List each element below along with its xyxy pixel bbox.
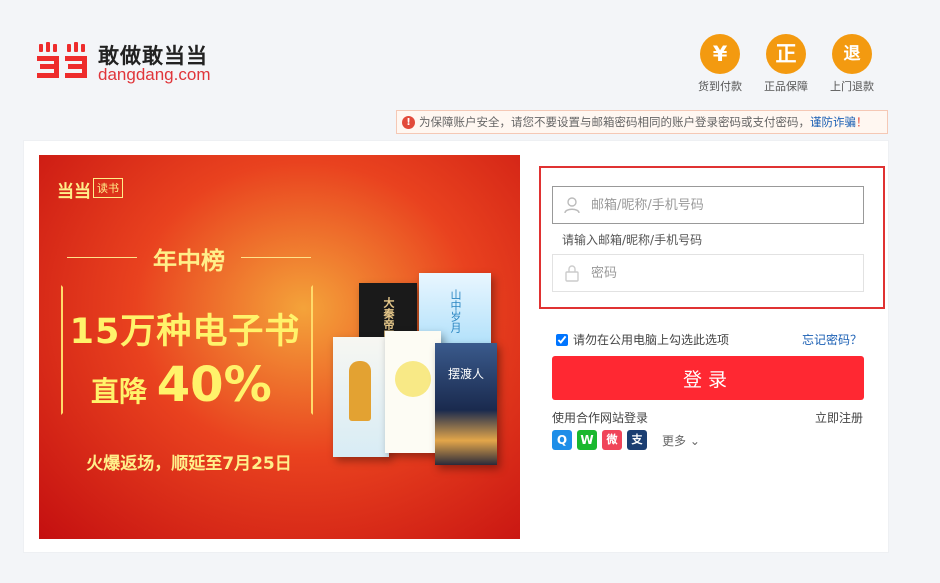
discount-value: 40% xyxy=(156,357,272,413)
remember-checkbox[interactable] xyxy=(556,333,568,346)
more-socials-button[interactable]: 更多 ⌄ xyxy=(662,432,700,449)
password-input[interactable] xyxy=(591,255,859,291)
alipay-icon[interactable]: 支 xyxy=(627,430,647,450)
service-promises: ¥ 货到付款 正 正品保障 退 上门退款 xyxy=(696,34,876,94)
warning-icon: ! xyxy=(402,116,415,129)
logo-domain: dangdang.com xyxy=(98,65,211,84)
promise-cod: ¥ 货到付款 xyxy=(696,34,744,94)
promise-label: 上门退款 xyxy=(830,80,874,93)
genuine-icon: 正 xyxy=(766,34,806,74)
book-stack: 大秦帝国 山中岁月 摆渡人 xyxy=(329,273,499,465)
qq-icon[interactable]: Q xyxy=(552,430,572,450)
chevron-down-icon: ⌄ xyxy=(689,433,700,448)
security-notice: ! 为保障账户安全，请您不要设置与邮箱密码相同的账户登录密码或支付密码，谨防诈骗… xyxy=(396,110,888,134)
book-cover xyxy=(333,337,389,457)
book-art xyxy=(395,361,431,397)
wechat-icon[interactable]: W xyxy=(577,430,597,450)
login-button[interactable]: 登录 xyxy=(552,356,864,400)
notice-text: 为保障账户安全，请您不要设置与邮箱密码相同的账户登录密码或支付密码， xyxy=(419,115,810,129)
yuan-icon: ¥ xyxy=(700,34,740,74)
register-link[interactable]: 立即注册 xyxy=(815,409,863,426)
dangdang-logo-mark-icon xyxy=(37,42,87,78)
notice-suffix: ！ xyxy=(856,115,868,129)
return-icon: 退 xyxy=(832,34,872,74)
promo-banner[interactable]: 当当 读书 年中榜 15万种电子书 直降 40% 火爆返场，顺延至7月25日 大… xyxy=(39,155,520,539)
book-title: 摆渡人 xyxy=(447,367,484,381)
promise-return: 退 上门退款 xyxy=(828,34,876,94)
banner-headline: 15万种电子书 xyxy=(69,312,301,352)
promise-label: 货到付款 xyxy=(698,80,742,93)
weibo-icon[interactable]: 微 xyxy=(602,430,622,450)
banner-footer: 火爆返场，顺延至7月25日 xyxy=(86,454,292,474)
book-cover xyxy=(385,331,441,453)
promise-label: 正品保障 xyxy=(764,80,808,93)
divider xyxy=(241,257,311,258)
forgot-password-link[interactable]: 忘记密码？ xyxy=(802,331,862,348)
username-hint: 请输入邮箱/昵称/手机号码 xyxy=(562,233,703,247)
dangdang-logo[interactable]: 敢做敢当当 dangdang.com xyxy=(36,40,246,86)
more-label: 更多 xyxy=(662,433,687,448)
banner-logo: 当当 读书 xyxy=(57,177,137,209)
remember-me[interactable]: 请勿在公用电脑上勾选此选项 xyxy=(556,331,729,348)
promise-genuine: 正 正品保障 xyxy=(762,34,810,94)
lock-icon xyxy=(565,265,579,282)
user-icon xyxy=(564,197,580,214)
banner-logo-mark: 当当 xyxy=(57,182,91,202)
book-figure xyxy=(349,361,371,421)
partner-login-label: 使用合作网站登录 xyxy=(552,411,649,425)
remember-label: 请勿在公用电脑上勾选此选项 xyxy=(573,333,730,347)
fraud-prevention-link[interactable]: 谨防诈骗 xyxy=(810,115,856,129)
social-login-list: Q W 微 支 更多 ⌄ xyxy=(552,430,700,450)
username-field[interactable] xyxy=(552,186,864,224)
book-title: 山中岁月 xyxy=(449,289,462,333)
banner-discount: 直降 40% xyxy=(91,357,272,413)
username-input[interactable] xyxy=(591,187,859,223)
banner-subtitle: 年中榜 xyxy=(153,247,225,275)
discount-prefix: 直降 xyxy=(91,375,148,408)
password-field[interactable] xyxy=(552,254,864,292)
banner-logo-tag: 读书 xyxy=(93,178,123,198)
book-cover: 摆渡人 xyxy=(435,343,497,465)
